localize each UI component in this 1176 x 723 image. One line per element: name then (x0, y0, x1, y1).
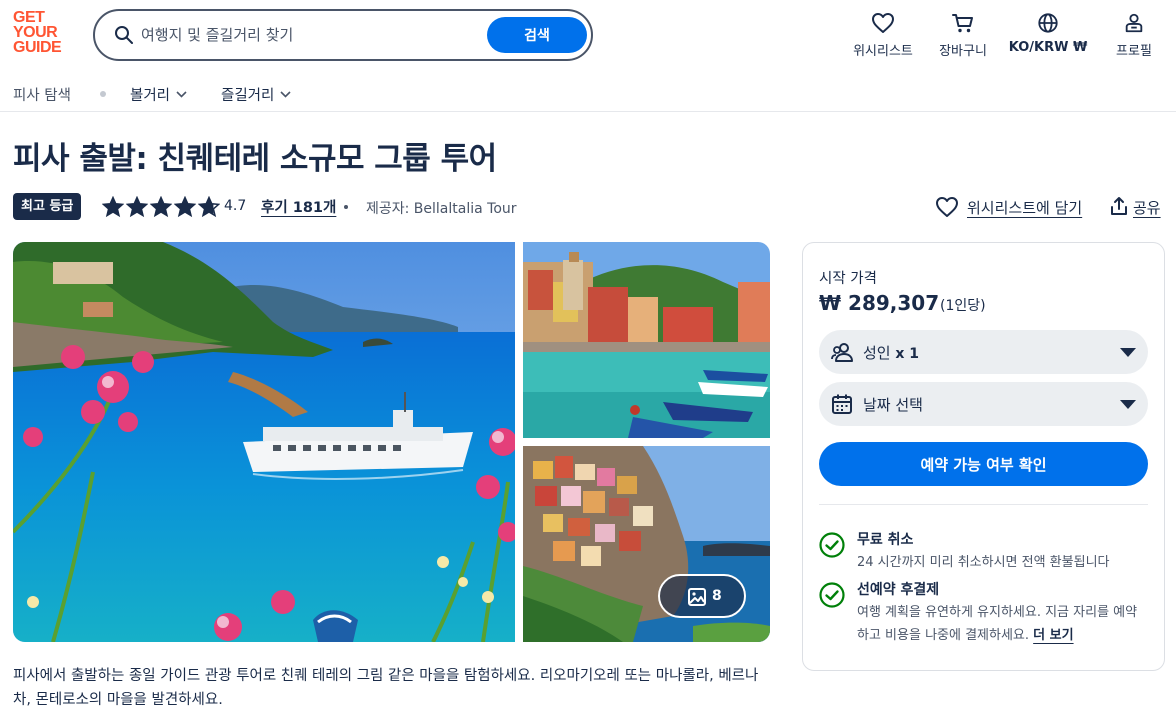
header-wishlist-link[interactable]: 위시리스트 (850, 10, 916, 62)
profile-icon (1125, 13, 1143, 33)
check-availability-button[interactable]: 예약 가능 여부 확인 (819, 442, 1148, 486)
booking-card: 시작 가격 ₩ 289,307 (1인당) 성인 x 1 날짜 선택 예약 가능… (802, 242, 1165, 671)
activity-meta-row: 최고 등급 4.7 후기 181개 제공자: Bellaltalia Tour … (13, 193, 1163, 221)
participants-select[interactable]: 성인 x 1 (819, 330, 1148, 374)
add-to-wishlist-label: 위시리스트에 담기 (967, 199, 1083, 217)
price-unit: (1인당) (940, 298, 986, 314)
chevron-down-icon (176, 91, 187, 98)
header-language-currency[interactable]: KO/KRW ₩ (1006, 10, 1090, 62)
share-label: 공유 (1133, 199, 1161, 217)
meta-separator-dot (344, 205, 348, 209)
check-circle-icon (819, 582, 845, 608)
provider-text: 제공자: Bellaltalia Tour (366, 201, 517, 217)
photo-count-label: 8 (712, 588, 722, 604)
gallery-main-photo[interactable] (13, 242, 515, 642)
date-select[interactable]: 날짜 선택 (819, 382, 1148, 426)
top-rated-badge: 최고 등급 (13, 193, 82, 220)
card-divider (819, 504, 1148, 505)
participants-type: 성인 (863, 344, 891, 362)
star-icon (102, 196, 124, 218)
star-icon (126, 196, 148, 218)
logo-line-3: GUIDE (13, 39, 62, 56)
rating-value: 4.7 (224, 198, 247, 214)
harbor-village-photo (523, 242, 770, 438)
subnav-fun-label: 즐길거리 (221, 88, 275, 104)
check-circle-icon (819, 532, 845, 558)
chevron-down-icon (280, 91, 291, 98)
search-icon (115, 26, 133, 44)
image-icon (688, 588, 706, 606)
header-profile-link[interactable]: 프로필 (1108, 10, 1160, 62)
share-icon (1111, 197, 1127, 215)
participants-count: x 1 (895, 346, 920, 362)
participants-label: 성인 x 1 (863, 342, 919, 363)
users-icon (831, 343, 853, 362)
read-more-link[interactable]: 더 보기 (1033, 628, 1073, 643)
price-label: 시작 가격 (819, 271, 877, 287)
date-select-label: 날짜 선택 (863, 396, 923, 414)
heart-icon (872, 13, 894, 33)
header-cart-label: 장바구니 (939, 44, 987, 59)
activity-description: 피사에서 출발하는 종일 가이드 관광 투어로 친퀘 테레의 그림 같은 마을을… (13, 668, 759, 708)
activity-title: 피사 출발: 친퀘테레 소규모 그룹 투어 (13, 141, 497, 177)
subnav-sights-dropdown[interactable]: 볼거리 (130, 84, 187, 105)
calendar-icon (832, 394, 852, 414)
star-icon (198, 196, 220, 218)
logo-line-1: GET (13, 9, 45, 26)
globe-icon (1038, 13, 1058, 33)
logo-line-2: YOUR (13, 24, 58, 41)
header-wishlist-label: 위시리스트 (853, 44, 913, 59)
subnav-explore-pisa[interactable]: 피사 탐색 (13, 84, 71, 105)
header-cart-link[interactable]: 장바구니 (934, 10, 992, 62)
price-value: ₩ 289,307 (819, 291, 940, 315)
star-icon (174, 196, 196, 218)
gallery-photo-vernazza[interactable] (523, 242, 770, 438)
free-cancellation-title: 무료 취소 (857, 532, 914, 548)
header-language-label: KO/KRW ₩ (1008, 40, 1088, 55)
caret-down-icon (1120, 348, 1136, 357)
free-cancellation-desc: 24 시간까지 미리 취소하시면 전액 환불됩니다 (857, 555, 1110, 570)
heart-icon (936, 197, 958, 217)
search-button[interactable]: 검색 (487, 17, 587, 53)
cart-icon (952, 14, 973, 33)
pay-later-title: 선예약 후결제 (857, 582, 940, 598)
search-bar: 검색 (93, 9, 593, 61)
site-header: GET YOUR GUIDE 검색 위시리스트 장바구니 KO/KRW ₩ (0, 0, 1176, 72)
search-input[interactable] (141, 19, 471, 51)
pay-later-desc: 여행 계획을 유연하게 유지하세요. 지금 자리를 예약하고 비용을 나중에 결… (857, 605, 1138, 643)
subnav-fun-dropdown[interactable]: 즐길거리 (221, 84, 291, 105)
header-profile-label: 프로필 (1116, 44, 1152, 59)
star-icon (150, 196, 172, 218)
reviews-link[interactable]: 후기 181개 (261, 196, 336, 217)
subnav-sights-label: 볼거리 (130, 88, 171, 104)
subnav-separator-dot (100, 91, 106, 97)
view-all-photos-button[interactable]: 8 (658, 574, 746, 618)
coastline-boat-photo (13, 242, 515, 642)
pay-later-desc-wrap: 여행 계획을 유연하게 유지하세요. 지금 자리를 예약하고 비용을 나중에 결… (857, 601, 1149, 647)
getyourguide-logo[interactable]: GET YOUR GUIDE (13, 9, 73, 56)
caret-down-icon (1120, 400, 1136, 409)
